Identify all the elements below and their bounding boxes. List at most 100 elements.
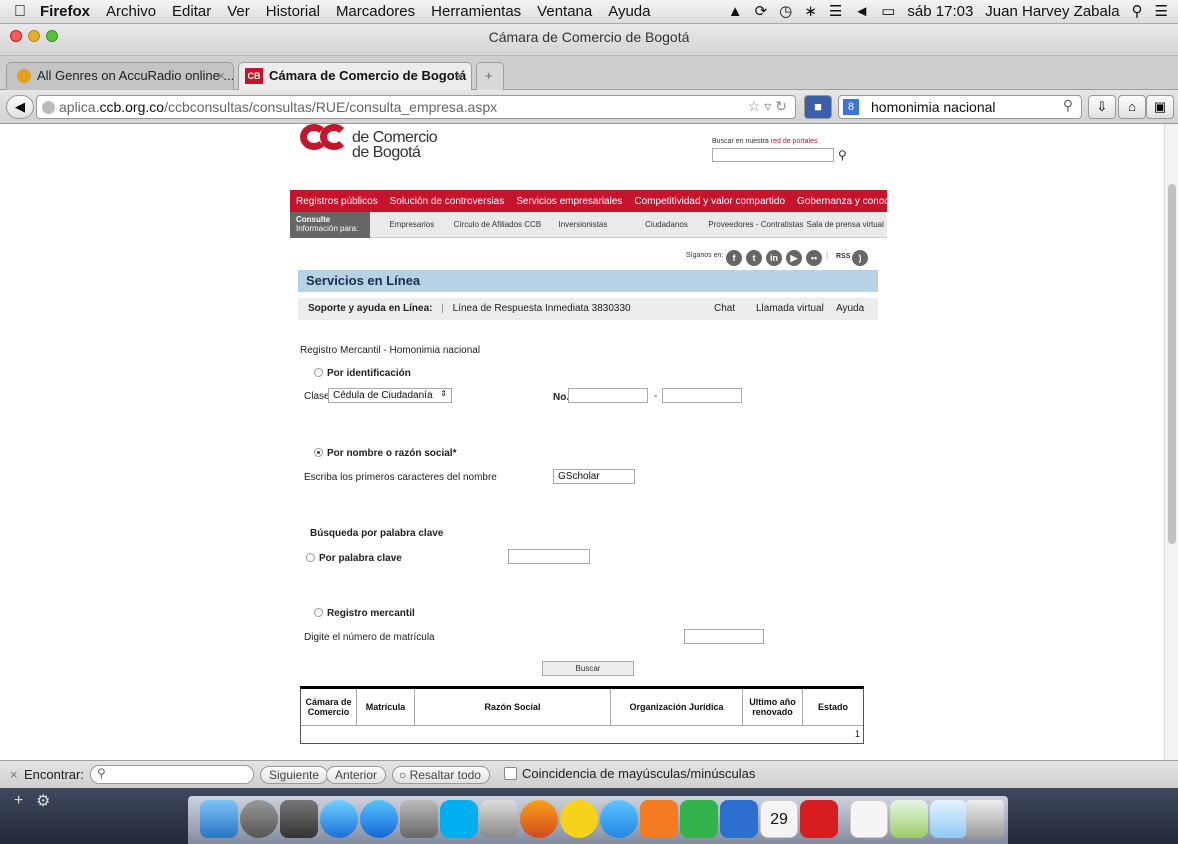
back-button[interactable]: ◀ [6, 95, 34, 119]
acrobat-icon[interactable] [800, 800, 838, 838]
buscar-button[interactable]: Buscar [542, 661, 634, 676]
home-button[interactable]: ⌂ [1118, 95, 1146, 119]
openoffice-icon[interactable] [560, 800, 598, 838]
facetime-icon[interactable] [280, 800, 318, 838]
url-bar[interactable]: aplica.ccb.org.co/ccbconsultas/consultas… [36, 95, 796, 119]
tab-accuradio[interactable]: All Genres on AccuRadio online ... × [6, 62, 234, 90]
radio-registro-mercantil[interactable]: Registro mercantil [314, 607, 415, 619]
apple-icon[interactable]:  [14, 3, 26, 21]
volume-icon[interactable]: ◄ [854, 3, 869, 20]
finder-icon[interactable] [200, 800, 238, 838]
facebook-icon[interactable]: f [726, 250, 742, 266]
add-icon[interactable]: + [14, 792, 23, 810]
radio-por-identificacion[interactable]: Por identificación [314, 367, 411, 379]
subnav-inversionistas[interactable]: Inversionistas [541, 220, 625, 229]
highlight-all-button[interactable]: ○ Resaltar todo [392, 766, 490, 784]
radio-por-palabra[interactable]: Por palabra clave [306, 552, 402, 564]
close-findbar-icon[interactable]: × [10, 767, 18, 782]
twitter-icon[interactable]: t [746, 250, 762, 266]
search-icon[interactable]: ⚲ [838, 148, 847, 162]
bluetooth-icon[interactable]: ∗ [804, 2, 817, 20]
clase-select[interactable]: Cédula de Ciudadanía ⇕ [328, 388, 452, 403]
stack-icon[interactable] [930, 800, 968, 838]
radio-por-nombre[interactable]: Por nombre o razón social* [314, 447, 456, 459]
nav-solucion-controversias[interactable]: Solución de controversias [384, 196, 511, 207]
menu-ayuda[interactable]: Ayuda [608, 3, 650, 20]
spotlight-icon[interactable]: ⚲ [1132, 2, 1143, 20]
battery-icon[interactable]: ▭ [881, 2, 895, 20]
sync-icon[interactable]: ⟳ [755, 2, 768, 20]
spreadsheet-icon[interactable] [890, 800, 928, 838]
ccb-logo-icon[interactable] [300, 124, 352, 156]
find-prev-button[interactable]: Anterior [326, 766, 387, 784]
notifications-icon[interactable]: ☰ [1155, 2, 1168, 20]
close-tab-icon[interactable]: × [455, 68, 463, 83]
nav-competitividad[interactable]: Competitividad y valor compartido [628, 196, 791, 207]
itunes-icon[interactable] [320, 800, 358, 838]
addon-button[interactable]: ▣ [1146, 95, 1174, 119]
radio-icon[interactable] [314, 367, 323, 377]
find-next-button[interactable]: Siguiente [260, 766, 329, 784]
skype-icon[interactable] [440, 800, 478, 838]
palabra-clave-input[interactable] [508, 549, 590, 564]
radio-selected-icon[interactable] [314, 447, 323, 457]
cloud-app-icon[interactable] [600, 800, 638, 838]
radio-icon[interactable] [314, 607, 323, 617]
powerpoint-icon[interactable] [640, 800, 678, 838]
documento-digit-input[interactable] [662, 388, 742, 403]
menu-editar[interactable]: Editar [172, 3, 211, 20]
youtube-icon[interactable]: ▶ [786, 250, 802, 266]
matricula-input[interactable] [684, 629, 764, 644]
launchpad-icon[interactable] [240, 800, 278, 838]
bookmark-button[interactable]: ■ [804, 95, 832, 119]
reload-icon[interactable]: ☆ ▿ ↻ [748, 98, 787, 115]
nav-gobernanza[interactable]: Gobernanza y conocimiento empresarial [791, 196, 983, 207]
flickr-icon[interactable]: •• [806, 250, 822, 266]
menu-ver[interactable]: Ver [227, 3, 250, 20]
system-preferences-icon[interactable] [400, 800, 438, 838]
match-case-checkbox[interactable] [504, 767, 517, 780]
nav-servicios-empresariales[interactable]: Servicios empresariales [510, 196, 628, 207]
rss-icon[interactable]: ) [852, 250, 868, 266]
app-store-icon[interactable] [360, 800, 398, 838]
subnav-proveedores[interactable]: Proveedores - Contratistas [708, 220, 803, 229]
menu-herramientas[interactable]: Herramientas [431, 3, 521, 20]
ayuda-link[interactable]: Ayuda [836, 303, 864, 314]
menu-ventana[interactable]: Ventana [537, 3, 592, 20]
subnav-ciudadanos[interactable]: Ciudadanos [625, 220, 709, 229]
linkedin-icon[interactable]: in [766, 250, 782, 266]
subnav-empresarios[interactable]: Empresarios [370, 220, 454, 229]
search-engine-box[interactable]: 8 homonimia nacional ⚲ [838, 95, 1082, 119]
scrollbar-thumb[interactable] [1168, 184, 1176, 544]
word-icon[interactable] [720, 800, 758, 838]
radio-icon[interactable] [306, 552, 315, 562]
portal-network-link[interactable]: red de portales [771, 138, 818, 145]
new-tab-button[interactable]: + [476, 62, 504, 90]
nombre-input[interactable]: GScholar [553, 469, 635, 484]
clock[interactable]: sáb 17:03 [907, 3, 973, 20]
documento-number-input[interactable] [568, 388, 648, 403]
downloads-button[interactable]: ⇩ [1088, 95, 1116, 119]
portal-search-input[interactable] [712, 148, 834, 162]
gear-icon[interactable]: ⚙ [36, 791, 50, 811]
user-name[interactable]: Juan Harvey Zabala [985, 3, 1119, 20]
trash-icon[interactable] [966, 800, 1004, 838]
search-icon[interactable]: ⚲ [1063, 97, 1073, 114]
drive-icon[interactable]: ▲ [728, 3, 743, 20]
wifi-icon[interactable]: ☰ [829, 2, 842, 20]
page-number[interactable]: 1 [855, 729, 860, 739]
rss-label[interactable]: RSS [836, 253, 850, 260]
preview-icon[interactable] [480, 800, 518, 838]
close-tab-icon[interactable]: × [217, 68, 225, 83]
llamada-virtual-link[interactable]: Llamada virtual [756, 303, 824, 314]
time-machine-icon[interactable]: ◷ [779, 2, 792, 20]
subnav-circulo-afiliados[interactable]: Círculo de Afiliados CCB [454, 220, 542, 229]
chat-link[interactable]: Chat [714, 303, 735, 314]
google-icon[interactable]: 8 [843, 99, 859, 115]
menu-historial[interactable]: Historial [266, 3, 320, 20]
calendar-icon[interactable]: 29 [760, 800, 798, 838]
document-icon[interactable] [850, 800, 888, 838]
subnav-sala-prensa[interactable]: Sala de prensa virtual [803, 220, 887, 229]
page-scrollbar[interactable] [1164, 124, 1178, 760]
menu-archivo[interactable]: Archivo [106, 3, 156, 20]
